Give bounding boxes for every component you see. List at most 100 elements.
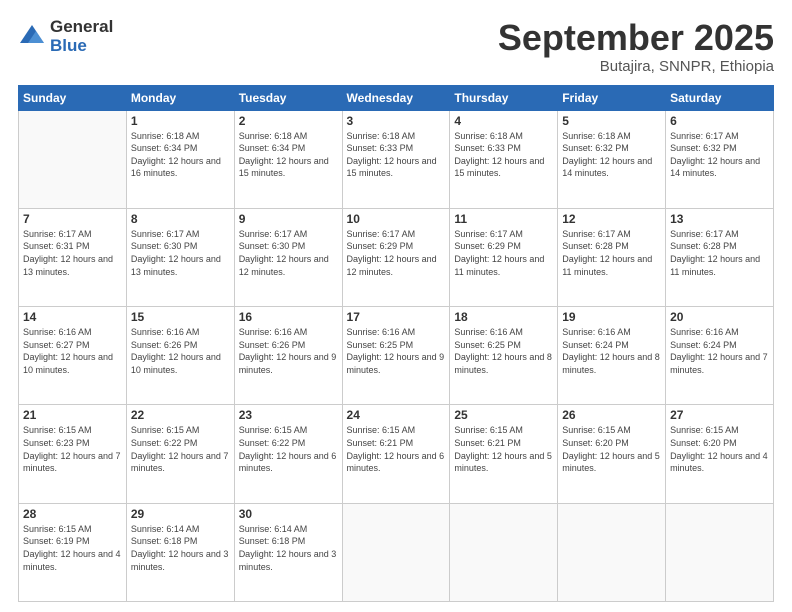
calendar-cell: 11 Sunrise: 6:17 AMSunset: 6:29 PMDayligh… [450,208,558,306]
calendar-cell: 29 Sunrise: 6:14 AMSunset: 6:18 PMDayligh… [126,503,234,601]
calendar-cell: 5Sunrise: 6:18 AMSunset: 6:32 PMDaylight… [558,110,666,208]
calendar-cell: 7Sunrise: 6:17 AMSunset: 6:31 PMDaylight… [19,208,127,306]
calendar-cell [666,503,774,601]
calendar-cell: 13 Sunrise: 6:17 AMSunset: 6:28 PMDayligh… [666,208,774,306]
weekday-header-friday: Friday [558,85,666,110]
day-number: 28 [23,507,122,521]
day-number: 5 [562,114,661,128]
week-row-3: 14 Sunrise: 6:16 AMSunset: 6:27 PMDayligh… [19,307,774,405]
calendar-cell: 23 Sunrise: 6:15 AMSunset: 6:22 PMDayligh… [234,405,342,503]
calendar-cell: 14 Sunrise: 6:16 AMSunset: 6:27 PMDayligh… [19,307,127,405]
calendar-cell: 12 Sunrise: 6:17 AMSunset: 6:28 PMDayligh… [558,208,666,306]
calendar-cell [19,110,127,208]
day-number: 6 [670,114,769,128]
weekday-header-tuesday: Tuesday [234,85,342,110]
day-number: 16 [239,310,338,324]
day-info: Sunrise: 6:18 AMSunset: 6:33 PMDaylight:… [454,130,553,180]
day-info: Sunrise: 6:15 AMSunset: 6:22 PMDaylight:… [239,424,338,474]
logo-general-text: General [50,18,113,37]
day-info: Sunrise: 6:16 AMSunset: 6:27 PMDaylight:… [23,326,122,376]
calendar-cell: 15Sunrise: 6:16 AMSunset: 6:26 PMDayligh… [126,307,234,405]
header: General Blue September 2025 Butajira, SN… [18,18,774,75]
weekday-header-sunday: Sunday [19,85,127,110]
page: General Blue September 2025 Butajira, SN… [0,0,792,612]
calendar-cell [450,503,558,601]
day-number: 13 [670,212,769,226]
day-number: 8 [131,212,230,226]
logo-text: General Blue [50,18,113,55]
day-info: Sunrise: 6:18 AMSunset: 6:34 PMDaylight:… [131,130,230,180]
day-number: 14 [23,310,122,324]
day-info: Sunrise: 6:17 AMSunset: 6:30 PMDaylight:… [239,228,338,278]
day-info: Sunrise: 6:18 AMSunset: 6:34 PMDaylight:… [239,130,338,180]
day-info: Sunrise: 6:16 AMSunset: 6:26 PMDaylight:… [239,326,338,376]
day-number: 3 [347,114,446,128]
day-number: 19 [562,310,661,324]
day-info: Sunrise: 6:16 AMSunset: 6:24 PMDaylight:… [562,326,661,376]
calendar-cell: 25Sunrise: 6:15 AMSunset: 6:21 PMDayligh… [450,405,558,503]
calendar-cell [558,503,666,601]
day-info: Sunrise: 6:17 AMSunset: 6:29 PMDaylight:… [347,228,446,278]
calendar-cell: 19 Sunrise: 6:16 AMSunset: 6:24 PMDayligh… [558,307,666,405]
calendar-cell: 20 Sunrise: 6:16 AMSunset: 6:24 PMDayligh… [666,307,774,405]
logo-blue-text: Blue [50,37,113,56]
day-info: Sunrise: 6:14 AMSunset: 6:18 PMDaylight:… [239,523,338,573]
day-number: 25 [454,408,553,422]
calendar-cell: 28 Sunrise: 6:15 AMSunset: 6:19 PMDayligh… [19,503,127,601]
day-number: 7 [23,212,122,226]
day-number: 27 [670,408,769,422]
calendar-cell: 2 Sunrise: 6:18 AMSunset: 6:34 PMDaylight… [234,110,342,208]
week-row-5: 28 Sunrise: 6:15 AMSunset: 6:19 PMDayligh… [19,503,774,601]
day-number: 10 [347,212,446,226]
day-number: 4 [454,114,553,128]
title-block: September 2025 Butajira, SNNPR, Ethiopia [498,18,774,75]
day-number: 20 [670,310,769,324]
day-number: 2 [239,114,338,128]
calendar-cell: 30 Sunrise: 6:14 AMSunset: 6:18 PMDayligh… [234,503,342,601]
day-info: Sunrise: 6:14 AMSunset: 6:18 PMDaylight:… [131,523,230,573]
calendar-cell: 3 Sunrise: 6:18 AMSunset: 6:33 PMDaylight… [342,110,450,208]
month-title: September 2025 [498,18,774,58]
calendar-cell: 4 Sunrise: 6:18 AMSunset: 6:33 PMDaylight… [450,110,558,208]
day-number: 1 [131,114,230,128]
day-number: 23 [239,408,338,422]
day-number: 29 [131,507,230,521]
weekday-header-monday: Monday [126,85,234,110]
day-number: 12 [562,212,661,226]
day-number: 9 [239,212,338,226]
day-info: Sunrise: 6:16 AMSunset: 6:25 PMDaylight:… [347,326,446,376]
day-info: Sunrise: 6:16 AMSunset: 6:25 PMDaylight:… [454,326,553,376]
day-number: 11 [454,212,553,226]
calendar-cell: 27 Sunrise: 6:15 AMSunset: 6:20 PMDayligh… [666,405,774,503]
calendar-cell: 10 Sunrise: 6:17 AMSunset: 6:29 PMDayligh… [342,208,450,306]
day-number: 24 [347,408,446,422]
day-info: Sunrise: 6:15 AMSunset: 6:21 PMDaylight:… [347,424,446,474]
location: Butajira, SNNPR, Ethiopia [498,58,774,75]
day-info: Sunrise: 6:15 AMSunset: 6:22 PMDaylight:… [131,424,230,474]
day-number: 17 [347,310,446,324]
week-row-2: 7Sunrise: 6:17 AMSunset: 6:31 PMDaylight… [19,208,774,306]
calendar-cell: 22Sunrise: 6:15 AMSunset: 6:22 PMDayligh… [126,405,234,503]
logo: General Blue [18,18,113,55]
calendar-cell: 21Sunrise: 6:15 AMSunset: 6:23 PMDayligh… [19,405,127,503]
day-info: Sunrise: 6:16 AMSunset: 6:24 PMDaylight:… [670,326,769,376]
weekday-header-wednesday: Wednesday [342,85,450,110]
day-number: 30 [239,507,338,521]
weekday-header-thursday: Thursday [450,85,558,110]
calendar-table: SundayMondayTuesdayWednesdayThursdayFrid… [18,85,774,602]
day-info: Sunrise: 6:17 AMSunset: 6:28 PMDaylight:… [562,228,661,278]
day-info: Sunrise: 6:15 AMSunset: 6:20 PMDaylight:… [670,424,769,474]
day-number: 15 [131,310,230,324]
day-number: 21 [23,408,122,422]
logo-icon [18,23,46,51]
calendar-cell: 9 Sunrise: 6:17 AMSunset: 6:30 PMDaylight… [234,208,342,306]
day-info: Sunrise: 6:15 AMSunset: 6:19 PMDaylight:… [23,523,122,573]
day-info: Sunrise: 6:17 AMSunset: 6:29 PMDaylight:… [454,228,553,278]
day-info: Sunrise: 6:17 AMSunset: 6:30 PMDaylight:… [131,228,230,278]
week-row-1: 1 Sunrise: 6:18 AMSunset: 6:34 PMDaylight… [19,110,774,208]
calendar-cell: 17 Sunrise: 6:16 AMSunset: 6:25 PMDayligh… [342,307,450,405]
day-info: Sunrise: 6:17 AMSunset: 6:28 PMDaylight:… [670,228,769,278]
week-row-4: 21Sunrise: 6:15 AMSunset: 6:23 PMDayligh… [19,405,774,503]
day-info: Sunrise: 6:15 AMSunset: 6:20 PMDaylight:… [562,424,661,474]
day-info: Sunrise: 6:18 AMSunset: 6:33 PMDaylight:… [347,130,446,180]
